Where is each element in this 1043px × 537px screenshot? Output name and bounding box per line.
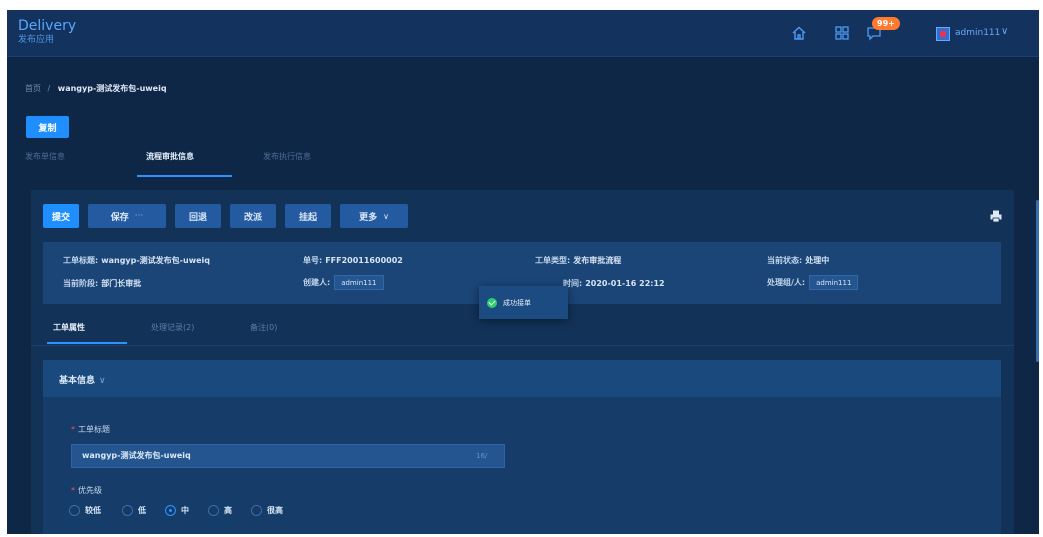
field-time: 时间: 2020-01-16 22:12 — [563, 279, 665, 288]
section-header[interactable]: 基本信息 ∨ — [43, 360, 1001, 397]
field-type: 工单类型: 发布审批流程 — [535, 256, 622, 265]
chevron-down-icon: ∨ — [99, 376, 106, 386]
save-more-icon[interactable]: ··· — [135, 211, 144, 221]
app-subtitle: 发布应用 — [18, 35, 55, 45]
check-circle-icon — [487, 297, 497, 308]
section-title: 基本信息 ∨ — [59, 376, 106, 386]
submit-button[interactable]: 提交 — [43, 204, 79, 228]
top-navigation-bar: Delivery 发布应用 99+ admin111 ∨ — [7, 10, 1039, 57]
radio-checked-icon — [165, 505, 176, 516]
rollback-button[interactable]: 回退 — [175, 204, 221, 228]
radio-circle-icon — [122, 505, 133, 516]
home-icon[interactable] — [790, 24, 808, 42]
reassign-button[interactable]: 改派 — [230, 204, 276, 228]
save-label: 保存 — [110, 212, 129, 223]
field-handler: 处理组/人: admin111 — [767, 275, 859, 290]
field-creator: 创建人: admin111 — [303, 275, 384, 290]
breadcrumb-current: wangyp-测试发布包-uweiq — [57, 84, 167, 93]
vertical-scrollbar[interactable] — [1036, 200, 1039, 362]
tab-remarks[interactable]: 备注(0) — [250, 322, 277, 333]
handler-chip: admin111 — [809, 275, 859, 290]
app-window: Delivery 发布应用 99+ admin111 ∨ 首页 / wangyp… — [7, 10, 1039, 534]
breadcrumb-home[interactable]: 首页 — [25, 84, 41, 93]
apps-grid-icon[interactable] — [833, 24, 851, 42]
field-status: 当前状态: 处理中 — [767, 256, 830, 265]
breadcrumb: 首页 / wangyp-测试发布包-uweiq — [25, 83, 167, 94]
app-logo[interactable]: Delivery 发布应用 — [18, 19, 76, 46]
title-field-label: * 工单标题 — [71, 425, 110, 434]
more-label: 更多 — [359, 212, 378, 223]
copy-button[interactable]: 复制 — [26, 116, 69, 138]
success-toast: 成功接单 — [479, 286, 568, 319]
creator-chip: admin111 — [334, 275, 384, 290]
field-title: 工单标题: wangyp-测试发布包-uweiq — [63, 256, 210, 265]
priority-option-high[interactable]: 高 — [208, 505, 232, 516]
toast-message: 成功接单 — [503, 298, 531, 307]
radio-circle-icon — [251, 505, 262, 516]
priority-option-lower[interactable]: 较低 — [69, 505, 101, 516]
radio-circle-icon — [208, 505, 219, 516]
suspend-button[interactable]: 挂起 — [285, 204, 331, 228]
field-number: 单号: FFF20011600002 — [303, 256, 403, 265]
tab-release-info[interactable]: 发布单信息 — [25, 151, 65, 162]
tab-approval-info[interactable]: 流程审批信息 — [146, 151, 194, 162]
tab-process-records[interactable]: 处理记录(2) — [151, 322, 194, 333]
priority-field-label: * 优先级 — [71, 486, 102, 495]
priority-option-low[interactable]: 低 — [122, 505, 146, 516]
priority-option-very-high[interactable]: 很高 — [251, 505, 283, 516]
tab-active-indicator — [137, 175, 232, 177]
save-button[interactable]: 保存 ··· — [88, 204, 166, 228]
avatar[interactable] — [936, 27, 950, 41]
notification-badge: 99+ — [872, 17, 900, 30]
breadcrumb-separator: / — [47, 84, 51, 93]
tab-active-indicator — [47, 342, 127, 344]
username[interactable]: admin111 — [955, 28, 1000, 38]
app-name: Delivery — [18, 18, 77, 34]
tab-execution-info[interactable]: 发布执行信息 — [263, 151, 311, 162]
priority-option-medium[interactable]: 中 — [165, 505, 189, 516]
title-input[interactable]: wangyp-测试发布包-uweiq — [71, 444, 505, 468]
radio-circle-icon — [69, 505, 80, 516]
chevron-down-icon[interactable]: ∨ — [1001, 26, 1008, 37]
print-icon[interactable] — [989, 208, 1003, 223]
workflow-panel: 提交 保存 ··· 回退 改派 挂起 更多 ∨ 工单标题: wangyp-测试发… — [31, 190, 1014, 534]
chevron-down-icon: ∨ — [383, 211, 389, 221]
tab-workorder-attributes[interactable]: 工单属性 — [53, 322, 85, 333]
field-stage: 当前阶段: 部门长审批 — [63, 279, 142, 288]
title-char-count: 16/ — [476, 452, 488, 460]
more-dropdown[interactable]: 更多 ∨ — [340, 204, 408, 228]
